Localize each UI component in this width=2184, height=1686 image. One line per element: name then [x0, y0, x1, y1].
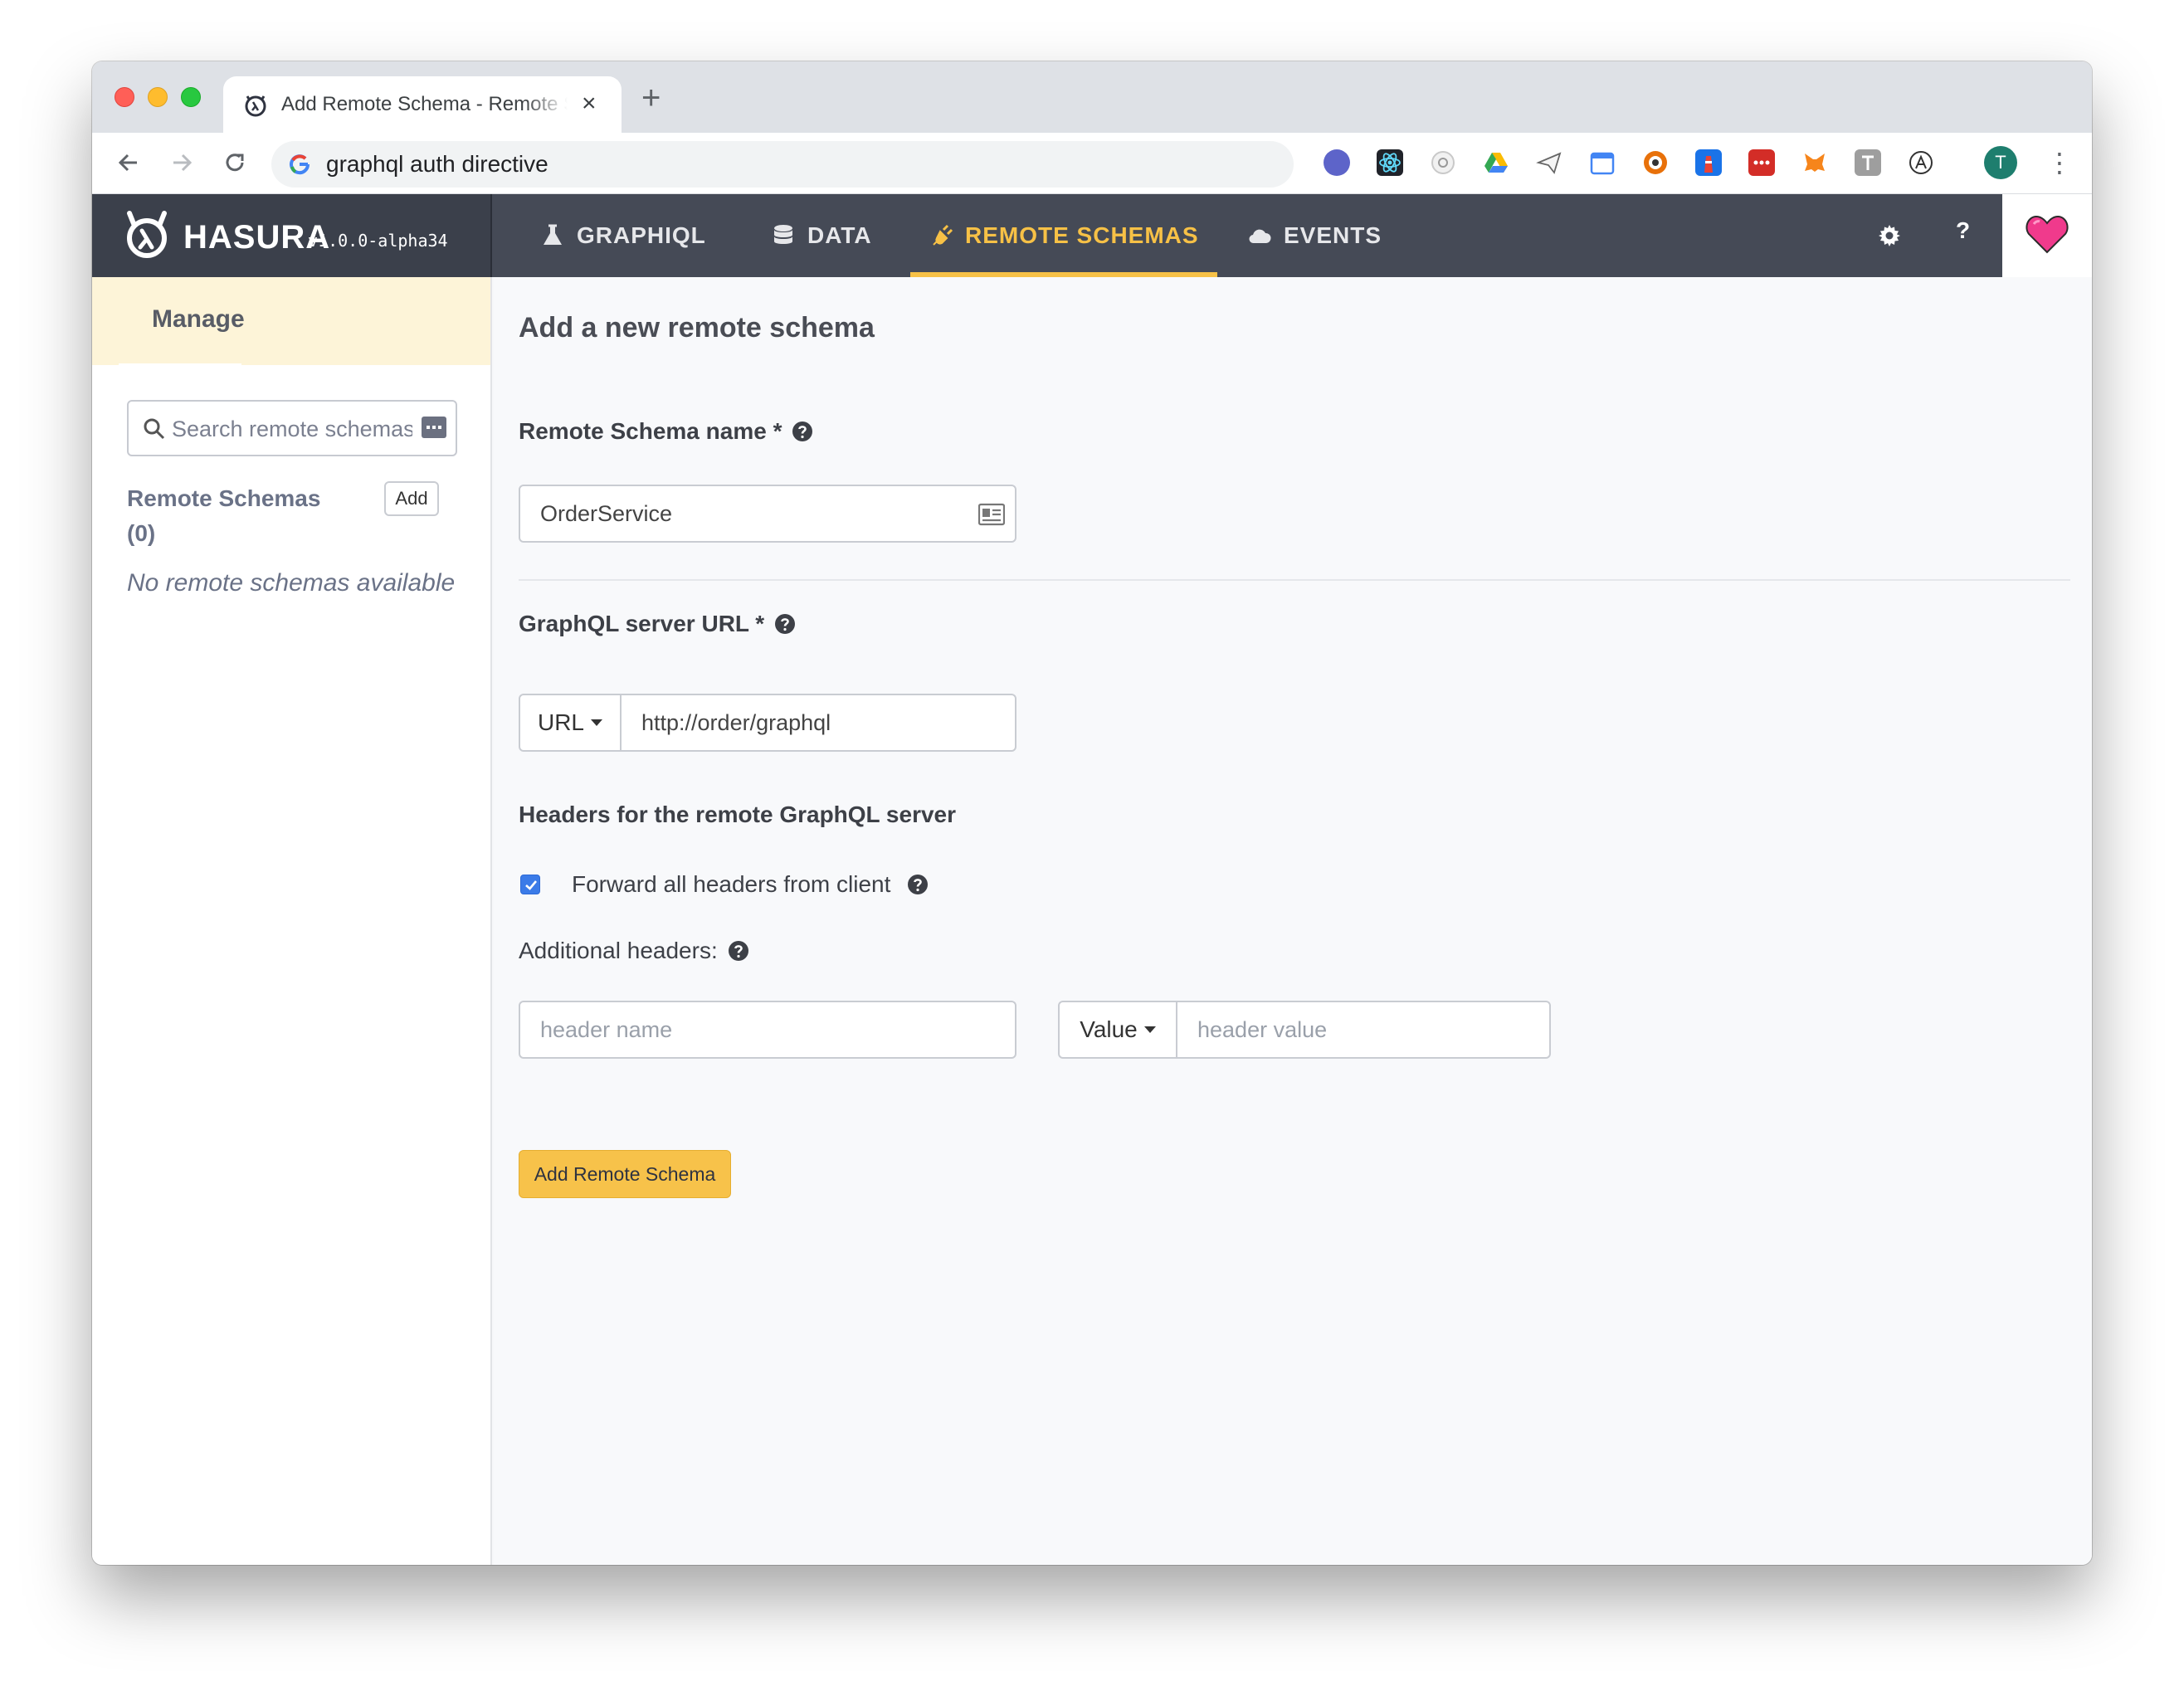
browser-toolbar: graphql auth directive T ⋮	[92, 133, 2092, 194]
nav-tab-graphiql[interactable]: GRAPHIQL	[540, 194, 706, 277]
url-type-dropdown[interactable]: URL	[519, 694, 622, 752]
drive-icon[interactable]	[1483, 149, 1509, 176]
minimize-window-button[interactable]	[148, 87, 168, 107]
contact-card-icon[interactable]	[978, 503, 1005, 526]
question-circle-icon[interactable]	[728, 940, 749, 962]
add-remote-schema-button[interactable]: Add	[384, 481, 439, 516]
empty-state-text: No remote schemas available	[127, 569, 456, 597]
graphql-url-input[interactable]: http://order/graphql	[620, 694, 1016, 752]
sidebar: Manage Remote Schemas (0) Add No remote …	[92, 277, 492, 1565]
metamask-icon[interactable]	[1801, 149, 1828, 176]
additional-headers-label: Additional headers:	[519, 938, 749, 964]
hasura-console: HASURA v1.0.0-alpha34 GRAPHIQL DATA REMO…	[92, 194, 2092, 1565]
header-value-type: Value	[1080, 1016, 1138, 1042]
hasura-favicon-icon	[245, 95, 266, 117]
search-input[interactable]	[172, 412, 412, 446]
lastpass-icon[interactable]	[1748, 149, 1775, 176]
schema-name-input[interactable]: OrderService	[519, 485, 1016, 543]
headers-section-label: Headers for the remote GraphQL server	[519, 802, 957, 827]
eye-extension-icon[interactable]	[1430, 149, 1456, 176]
manage-divider	[119, 363, 241, 365]
hasura-logo-icon	[127, 211, 167, 258]
calendar-icon[interactable]	[1589, 149, 1616, 176]
react-devtools-icon[interactable]	[1377, 149, 1403, 176]
question-circle-icon[interactable]	[907, 874, 929, 895]
forward-headers-text: Forward all headers from client	[572, 871, 891, 897]
database-icon	[774, 225, 792, 244]
nav-tab-events[interactable]: EVENTS	[1247, 194, 1382, 277]
caret-down-icon	[591, 719, 602, 726]
help-button[interactable]: ?	[1956, 217, 1970, 244]
graphql-url-value: http://order/graphql	[641, 709, 831, 735]
version-label: v1.0.0-alpha34	[308, 231, 448, 251]
caret-down-icon	[1143, 1026, 1156, 1033]
google-icon	[290, 154, 310, 175]
close-window-button[interactable]	[115, 87, 134, 107]
url-type-value: URL	[537, 709, 584, 735]
reload-icon[interactable]	[220, 148, 250, 178]
lighthouse-icon[interactable]	[1695, 149, 1722, 176]
remote-schemas-title: Remote Schemas	[127, 485, 321, 511]
a-extension-icon[interactable]	[1908, 149, 1934, 176]
graphql-url-label-text: GraphQL server URL *	[519, 611, 765, 636]
cloud-icon	[1249, 229, 1271, 244]
search-box	[127, 400, 457, 456]
heart-button[interactable]	[2002, 194, 2092, 277]
flask-icon	[544, 224, 562, 245]
manage-link[interactable]: Manage	[92, 277, 490, 365]
schema-name-label-text: Remote Schema name *	[519, 418, 782, 444]
additional-headers-text: Additional headers:	[519, 938, 718, 963]
header-value-input[interactable]: header value	[1176, 1001, 1551, 1059]
cookie-icon[interactable]	[1642, 149, 1669, 176]
nav-tab-label: REMOTE SCHEMAS	[965, 222, 1199, 248]
header-value-type-dropdown[interactable]: Value	[1058, 1001, 1177, 1059]
header-value-placeholder: header value	[1197, 1016, 1328, 1042]
nav-tab-label: DATA	[807, 222, 872, 248]
page-title: Add a new remote schema	[519, 312, 875, 344]
remote-schemas-heading: Remote Schemas (0)	[127, 481, 326, 551]
settings-gear-icon[interactable]	[1876, 222, 1903, 249]
paper-plane-icon[interactable]	[1536, 149, 1562, 176]
schema-name-value: OrderService	[540, 500, 673, 526]
browser-tab[interactable]: Add Remote Schema - Remote Schemas | Has…	[223, 76, 622, 133]
forward-headers-label: Forward all headers from client	[572, 871, 929, 898]
back-arrow-icon[interactable]	[114, 148, 144, 178]
schema-name-label: Remote Schema name *	[519, 418, 813, 445]
wappalyzer-icon[interactable]	[1324, 149, 1350, 176]
check-icon	[525, 880, 537, 890]
tab-strip: Add Remote Schema - Remote Schemas | Has…	[92, 61, 2092, 133]
profile-avatar[interactable]: T	[1984, 146, 2017, 179]
nav-tab-data[interactable]: DATA	[771, 194, 872, 277]
maximize-window-button[interactable]	[181, 87, 201, 107]
plug-icon	[933, 224, 953, 246]
remote-schemas-count: (0)	[127, 520, 156, 546]
question-circle-icon[interactable]	[792, 421, 813, 442]
nav-tab-label: GRAPHIQL	[577, 222, 706, 248]
forward-arrow-icon[interactable]	[167, 148, 197, 178]
section-divider	[519, 579, 2070, 581]
browser-menu-icon[interactable]: ⋮	[2046, 146, 2073, 179]
browser-window: Add Remote Schema - Remote Schemas | Has…	[92, 61, 2092, 1565]
heart-icon	[2026, 215, 2069, 254]
search-icon	[144, 418, 165, 440]
brand[interactable]: HASURA v1.0.0-alpha34	[92, 194, 492, 277]
question-circle-icon[interactable]	[774, 613, 796, 635]
t-extension-icon[interactable]	[1855, 149, 1881, 176]
top-navbar: HASURA v1.0.0-alpha34 GRAPHIQL DATA REMO…	[92, 194, 2092, 277]
add-remote-schema-submit-button[interactable]: Add Remote Schema	[519, 1150, 731, 1198]
new-tab-button[interactable]: +	[641, 81, 661, 115]
graphql-url-label: GraphQL server URL *	[519, 611, 796, 637]
tab-title: Add Remote Schema - Remote Schemas | Has…	[281, 93, 568, 115]
tab-close-icon[interactable]: ×	[582, 91, 597, 116]
nav-tab-label: EVENTS	[1284, 222, 1382, 248]
keyboard-icon[interactable]	[421, 415, 447, 440]
header-name-input[interactable]: header name	[519, 1001, 1016, 1059]
address-bar[interactable]: graphql auth directive	[271, 141, 1294, 188]
address-text: graphql auth directive	[326, 151, 548, 177]
nav-tab-remote-schemas[interactable]: REMOTE SCHEMAS	[910, 194, 1217, 277]
main-content: Add a new remote schema Remote Schema na…	[494, 277, 2092, 1565]
manage-label: Manage	[152, 305, 245, 333]
header-name-placeholder: header name	[540, 1016, 673, 1042]
forward-headers-checkbox[interactable]	[520, 875, 540, 894]
